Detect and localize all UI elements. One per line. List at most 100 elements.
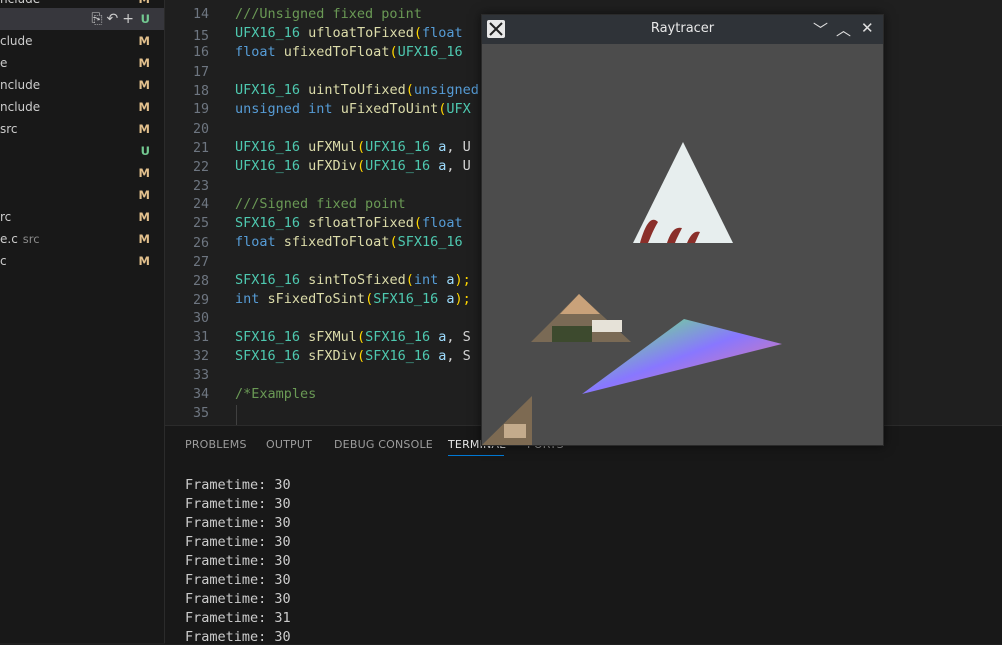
- code-paren: (: [413, 25, 422, 41]
- code-paren: (: [356, 329, 366, 345]
- code-comment: /*Examples: [235, 386, 317, 402]
- raytracer-window[interactable]: Raytracer ﹀ ︿ ✕: [481, 14, 884, 446]
- line-number: 16: [192, 45, 209, 60]
- code-keyword: float: [421, 215, 463, 231]
- code-line: ///Signed fixed point: [235, 196, 406, 212]
- code-type: SFX16_16: [397, 234, 463, 250]
- terminal-line: Frametime: 30: [185, 496, 291, 512]
- sidebar-item[interactable]: nclude M: [0, 96, 164, 118]
- sidebar-item[interactable]: nclude M: [0, 74, 164, 96]
- code-line: float sfixedToFloat(SFX16_16: [235, 234, 463, 250]
- code-line: SFX16_16 sFXMul(SFX16_16 a, S: [235, 329, 471, 345]
- code-line: int sFixedToSint(SFX16_16 a);: [235, 291, 471, 307]
- code-paren: (: [389, 234, 398, 250]
- code-paren: (: [389, 44, 398, 60]
- open-file-icon[interactable]: ⎘: [91, 11, 106, 27]
- sidebar-tools[interactable]: ⎘↶+: [91, 8, 138, 30]
- sidebar-item[interactable]: e.c src M: [0, 228, 164, 250]
- sidebar-item-label: nclude: [0, 78, 41, 92]
- line-number: 30: [192, 311, 209, 326]
- stage-changes-icon[interactable]: +: [122, 11, 138, 27]
- line-number: 17: [192, 65, 209, 80]
- code-function: uFXMul: [308, 139, 357, 155]
- photo-detail: [504, 424, 526, 438]
- sidebar-item[interactable]: src M: [0, 118, 164, 140]
- window-titlebar[interactable]: Raytracer ﹀ ︿ ✕: [482, 15, 883, 44]
- maximize-icon[interactable]: ︿: [836, 19, 851, 40]
- code-function: sfloatToFixed: [308, 215, 414, 231]
- status-badge: M: [138, 232, 150, 246]
- code-function: sFXDiv: [308, 348, 357, 364]
- code-comment: ///Unsigned fixed point: [235, 6, 422, 22]
- status-badge: M: [138, 166, 150, 180]
- code-type: UFX16_16: [235, 82, 301, 98]
- line-number: 27: [192, 255, 209, 270]
- bottom-panel: PROBLEMS OUTPUT DEBUG CONSOLE TERMINAL P…: [165, 425, 1002, 645]
- status-badge: M: [138, 100, 150, 114]
- sidebar-item[interactable]: c M: [0, 250, 164, 272]
- sidebar-item[interactable]: nclude M: [0, 0, 164, 10]
- line-number: 24: [192, 197, 209, 212]
- code-function: sfixedToFloat: [283, 234, 390, 250]
- line-number: 20: [192, 122, 209, 137]
- code-paren: (: [405, 82, 414, 98]
- code-type: SFX16_16: [373, 291, 439, 307]
- sidebar-item[interactable]: e M: [0, 52, 164, 74]
- line-number: 22: [192, 160, 209, 175]
- code-keyword: float: [235, 44, 276, 60]
- code-rest: , U: [446, 139, 471, 155]
- code-type: UFX16_16: [397, 44, 463, 60]
- tab-problems[interactable]: PROBLEMS: [185, 438, 247, 451]
- sidebar-item-label: e.c src: [0, 228, 40, 250]
- sidebar-item[interactable]: M: [0, 184, 164, 206]
- tab-output[interactable]: OUTPUT: [266, 438, 312, 451]
- active-tab-indicator: [448, 455, 504, 456]
- code-rest: , U: [446, 158, 471, 174]
- sidebar-header-row[interactable]: ⎘↶+ U: [0, 8, 164, 30]
- code-param: a: [446, 272, 455, 288]
- sidebar-item[interactable]: U: [0, 140, 164, 162]
- discard-changes-icon[interactable]: ↶: [107, 11, 123, 27]
- tab-debug-console[interactable]: DEBUG CONSOLE: [334, 438, 433, 451]
- code-line: SFX16_16 sfloatToFixed(float: [235, 215, 463, 231]
- code-keyword: int: [235, 291, 260, 307]
- source-control-sidebar: ⎘↶+ U nclude M clude M e M nclude M nclu…: [0, 0, 165, 643]
- sidebar-item[interactable]: M: [0, 162, 164, 184]
- code-line: float ufixedToFloat(UFX16_16: [235, 44, 463, 60]
- indent-guide: [236, 405, 237, 425]
- file-dir: src: [22, 232, 40, 246]
- code-rest: , S: [446, 329, 471, 345]
- terminal-line: Frametime: 30: [185, 534, 291, 550]
- code-line: UFX16_16 uintToUfixed(unsigned: [235, 82, 479, 98]
- sidebar-item-label: c: [0, 254, 7, 268]
- render-canvas[interactable]: [482, 44, 883, 445]
- code-end: );: [454, 272, 471, 288]
- status-badge: M: [138, 188, 150, 202]
- code-line: /*Examples: [235, 386, 316, 402]
- sidebar-item[interactable]: rc M: [0, 206, 164, 228]
- line-number: 25: [192, 216, 209, 231]
- code-type: UFX16_16: [235, 25, 301, 41]
- minimize-icon[interactable]: ﹀: [813, 19, 828, 40]
- code-function: sFixedToSint: [267, 291, 366, 307]
- code-keyword: unsigned int: [235, 101, 333, 117]
- code-line: ///Unsigned fixed point: [235, 6, 422, 22]
- code-function: sintToSfixed: [308, 272, 406, 288]
- terminal-line: Frametime: 30: [185, 515, 291, 531]
- photo-detail: [560, 294, 600, 314]
- sidebar-item[interactable]: clude M: [0, 30, 164, 52]
- line-number: 28: [192, 274, 209, 289]
- code-type: SFX16_16: [235, 215, 301, 231]
- close-icon[interactable]: ✕: [861, 19, 874, 37]
- code-type: SFX16_16: [365, 348, 431, 364]
- sidebar-item-label: nclude: [0, 0, 40, 10]
- code-keyword: float: [421, 25, 463, 41]
- code-type: UFX16_16: [235, 139, 301, 155]
- line-number: 14: [192, 7, 209, 22]
- render-output: [482, 142, 782, 445]
- terminal-line: Frametime: 30: [185, 553, 291, 569]
- photo-detail: [552, 326, 592, 342]
- terminal-line: Frametime: 30: [185, 591, 291, 607]
- code-function: ufixedToFloat: [283, 44, 390, 60]
- code-paren: (: [356, 139, 366, 155]
